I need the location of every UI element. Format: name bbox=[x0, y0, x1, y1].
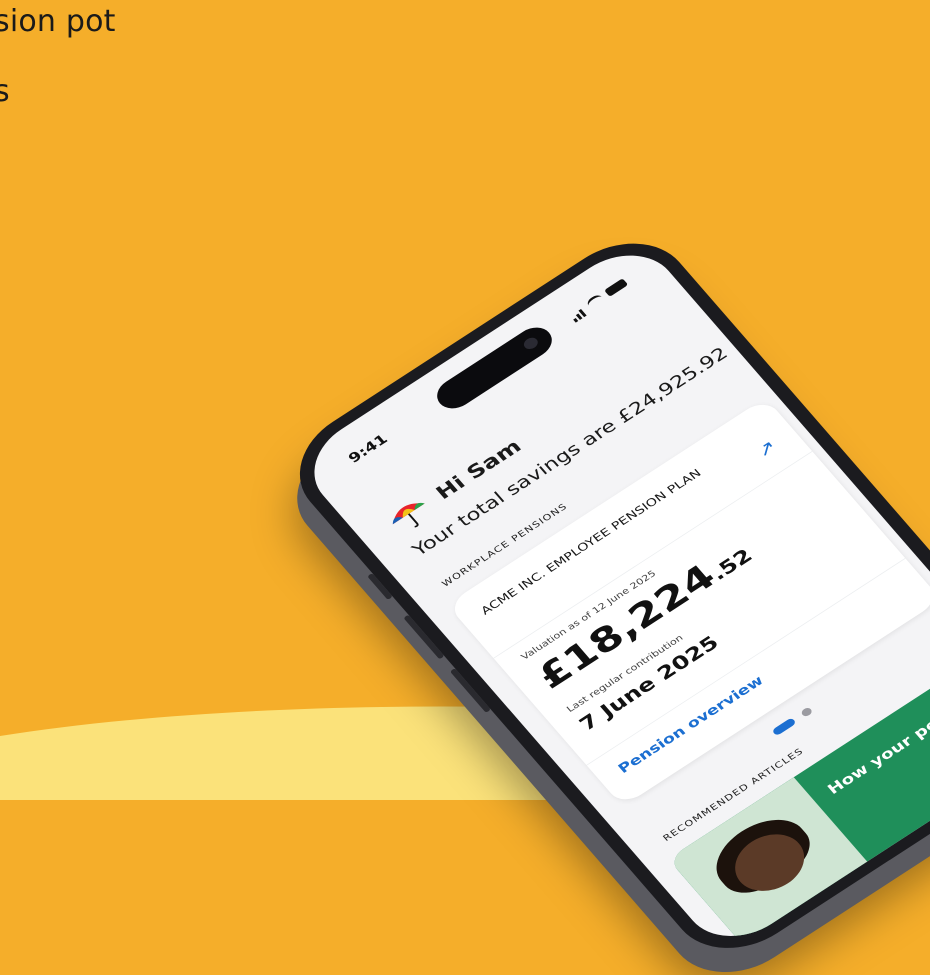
carousel-pagination bbox=[771, 706, 814, 737]
wifi-icon bbox=[584, 292, 606, 310]
pagination-dot-active[interactable] bbox=[771, 717, 797, 737]
battery-icon bbox=[604, 278, 629, 297]
status-icons bbox=[566, 276, 630, 323]
hero-heading-line-2: s bbox=[0, 74, 10, 109]
phone-mockup: 9:41 Hi Sam Your total savings are £24,9… bbox=[274, 220, 930, 972]
status-time: 9:41 bbox=[345, 431, 392, 467]
arrow-up-right-icon[interactable]: ↗ bbox=[753, 437, 781, 462]
signal-icon bbox=[566, 303, 588, 323]
camera-icon bbox=[521, 335, 541, 352]
article-title: How your pension bbox=[824, 685, 930, 798]
hero-heading-line-1: sion pot bbox=[0, 4, 116, 39]
dynamic-island bbox=[430, 321, 559, 415]
pagination-dot[interactable] bbox=[799, 706, 814, 718]
